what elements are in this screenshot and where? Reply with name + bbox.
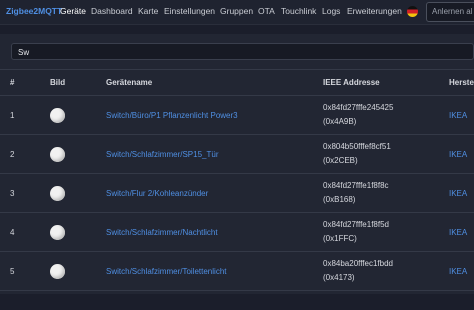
devices-table: # Bild Gerätename IEEE Addresse Herstell… bbox=[0, 69, 474, 291]
nav-erweiterungen[interactable]: Erweiterungen bbox=[347, 6, 402, 16]
device-image bbox=[50, 263, 65, 279]
network-address: (0x2CEB) bbox=[323, 156, 358, 165]
header-device-name[interactable]: Gerätename bbox=[106, 69, 323, 96]
nav-gruppen[interactable]: Gruppen bbox=[220, 6, 253, 16]
row-number: 4 bbox=[0, 212, 50, 252]
row-number: 5 bbox=[0, 251, 50, 291]
table-row: 3 Switch/Flur 2/Kohleanzünder 0x84fd27ff… bbox=[0, 173, 474, 213]
nav-karte[interactable]: Karte bbox=[138, 6, 158, 16]
brand-link[interactable]: Zigbee2MQTT bbox=[6, 6, 62, 16]
device-name-link[interactable]: Switch/Schlafzimmer/Toilettenlicht bbox=[106, 267, 323, 276]
header-manufacturer[interactable]: Hersteller bbox=[449, 69, 474, 96]
device-image-cell bbox=[50, 212, 106, 252]
device-image bbox=[50, 146, 65, 162]
table-header-row: # Bild Gerätename IEEE Addresse Herstell… bbox=[0, 69, 474, 96]
table-row: 1 Switch/Büro/P1 Pflanzenlicht Power3 0x… bbox=[0, 95, 474, 135]
device-image-cell bbox=[50, 251, 106, 291]
ieee-address: 0x84fd27fffe245425 bbox=[323, 103, 394, 112]
device-name-link[interactable]: Switch/Büro/P1 Pflanzenlicht Power3 bbox=[106, 111, 323, 120]
header-picture: Bild bbox=[50, 69, 106, 96]
table-row: 4 Switch/Schlafzimmer/Nachtlicht 0x84fd2… bbox=[0, 212, 474, 252]
german-flag-icon[interactable] bbox=[407, 6, 418, 17]
manufacturer-link[interactable]: IKEA bbox=[449, 111, 474, 120]
row-number: 2 bbox=[0, 134, 50, 174]
nav-einstellungen[interactable]: Einstellungen bbox=[164, 6, 215, 16]
ieee-address: 0x804b50fffef8cf51 bbox=[323, 142, 391, 151]
network-address: (0x1FFC) bbox=[323, 234, 357, 243]
nav-logs[interactable]: Logs bbox=[322, 6, 340, 16]
table-row: 2 Switch/Schlafzimmer/SP15_Tür 0x804b50f… bbox=[0, 134, 474, 174]
device-image bbox=[50, 185, 65, 201]
manufacturer-link[interactable]: IKEA bbox=[449, 189, 474, 198]
header-ieee-address[interactable]: IEEE Addresse bbox=[323, 69, 449, 96]
ieee-address: 0x84ba20fffec1fbdd bbox=[323, 259, 393, 268]
manufacturer-link[interactable]: IKEA bbox=[449, 150, 474, 159]
network-address: (0x4173) bbox=[323, 273, 355, 282]
device-image bbox=[50, 107, 65, 123]
device-image-cell bbox=[50, 173, 106, 213]
top-navbar: Zigbee2MQTT Geräte Dashboard Karte Einst… bbox=[0, 0, 474, 25]
nav-dashboard[interactable]: Dashboard bbox=[91, 6, 133, 16]
row-number: 1 bbox=[0, 95, 50, 135]
device-image-cell bbox=[50, 134, 106, 174]
ieee-address: 0x84fd27fffe1f8f5d bbox=[323, 220, 389, 229]
device-image-cell bbox=[50, 95, 106, 135]
ieee-address: 0x84fd27fffe1f8f8c bbox=[323, 181, 389, 190]
search-input[interactable]: Sw bbox=[11, 43, 474, 60]
manufacturer-link[interactable]: IKEA bbox=[449, 228, 474, 237]
header-number[interactable]: # bbox=[0, 69, 50, 96]
device-image bbox=[50, 224, 65, 240]
manufacturer-link[interactable]: IKEA bbox=[449, 267, 474, 276]
nav-ota[interactable]: OTA bbox=[258, 6, 275, 16]
device-name-link[interactable]: Switch/Schlafzimmer/Nachtlicht bbox=[106, 228, 323, 237]
permit-join-button[interactable]: Anlernen al bbox=[426, 2, 474, 22]
device-name-link[interactable]: Switch/Schlafzimmer/SP15_Tür bbox=[106, 150, 323, 159]
table-row: 5 Switch/Schlafzimmer/Toilettenlicht 0x8… bbox=[0, 251, 474, 291]
nav-touchlink[interactable]: Touchlink bbox=[281, 6, 316, 16]
network-address: (0x4A9B) bbox=[323, 117, 357, 126]
network-address: (0xB168) bbox=[323, 195, 356, 204]
row-number: 3 bbox=[0, 173, 50, 213]
nav-geraete[interactable]: Geräte bbox=[60, 6, 86, 16]
device-name-link[interactable]: Switch/Flur 2/Kohleanzünder bbox=[106, 189, 323, 198]
